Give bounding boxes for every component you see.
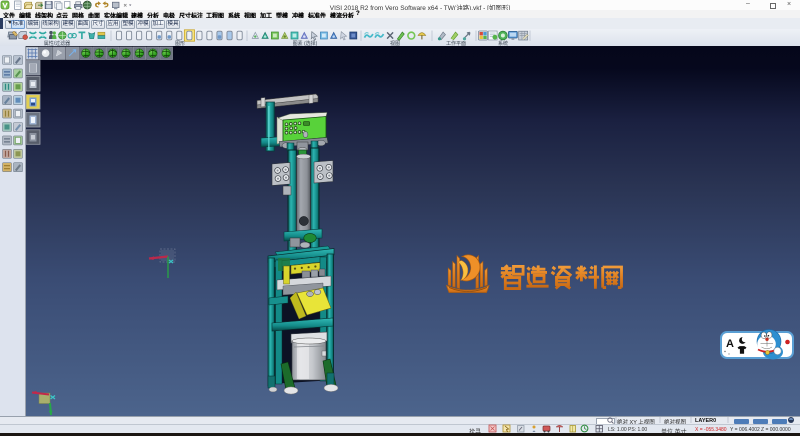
svg-text:A: A (726, 338, 734, 350)
